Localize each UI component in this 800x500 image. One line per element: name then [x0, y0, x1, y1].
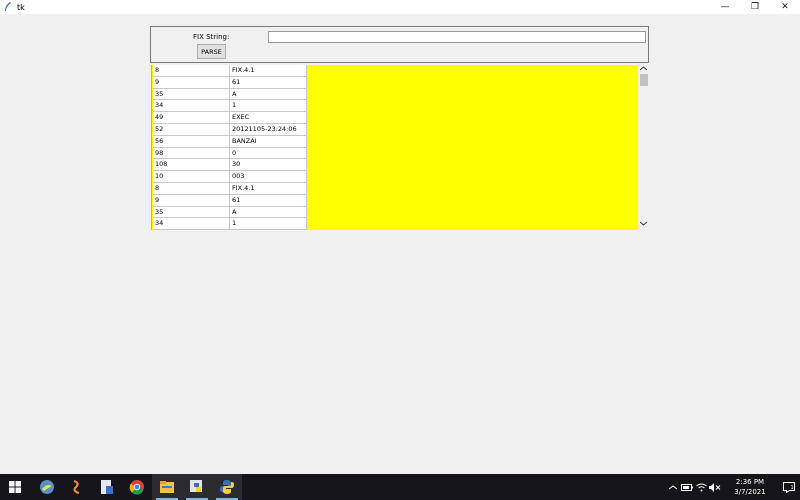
value-cell: FIX.4.1	[230, 65, 307, 77]
fix-string-input[interactable]	[268, 31, 646, 43]
table-row: 52 20121105-23:24:06	[153, 123, 310, 136]
table-row: 9 61	[153, 194, 310, 207]
input-frame: FIX String: PARSE	[150, 26, 649, 63]
tag-cell: 52	[153, 123, 230, 136]
python-idle-icon[interactable]	[182, 474, 212, 500]
file-explorer-icon[interactable]	[152, 474, 182, 500]
table-row: 34 1	[153, 218, 310, 231]
parse-button[interactable]: PARSE	[197, 44, 226, 59]
scroll-thumb[interactable]	[640, 74, 648, 86]
tag-cell: 35	[153, 206, 230, 219]
system-tray: 2:36 PM 3/7/2021 1	[666, 474, 800, 500]
value-cell: 20121105-23:24:06	[230, 123, 307, 136]
value-cell: 61	[230, 76, 307, 89]
table-row: 8 FIX.4.1	[153, 182, 310, 195]
chrome-icon[interactable]	[122, 474, 152, 500]
value-cell: 1	[230, 218, 307, 231]
table-row: 35 A	[153, 206, 310, 219]
scroll-up-icon[interactable]	[639, 65, 648, 73]
taskbar: 2:36 PM 3/7/2021 1	[0, 474, 800, 500]
app-bird-icon[interactable]	[32, 474, 62, 500]
tag-cell: 108	[153, 159, 230, 172]
notification-icon[interactable]: 1	[778, 481, 800, 493]
clock-time: 2:36 PM	[735, 478, 765, 486]
windows-start-icon[interactable]	[0, 474, 30, 500]
close-button[interactable]: ✕	[770, 0, 800, 14]
tag-cell: 98	[153, 147, 230, 160]
fix-string-label: FIX String:	[193, 33, 230, 41]
table-row: 34 1	[153, 100, 310, 113]
value-cell: 30	[230, 159, 307, 172]
eclipse-icon[interactable]	[62, 474, 92, 500]
scroll-down-icon[interactable]	[639, 220, 648, 228]
value-cell: EXEC	[230, 112, 307, 124]
tag-cell: 8	[153, 182, 230, 195]
value-cell: 003	[230, 171, 307, 183]
svg-text:1: 1	[791, 485, 794, 491]
value-cell: 1	[230, 100, 307, 113]
tag-cell: 9	[153, 76, 230, 89]
table-row: 10 003	[153, 171, 310, 183]
tag-cell: 35	[153, 88, 230, 101]
clock-date: 3/7/2021	[734, 488, 766, 496]
tag-cell: 49	[153, 112, 230, 124]
table-row: 56 BANZAI	[153, 135, 310, 148]
table-row: 8 FIX.4.1	[153, 65, 310, 77]
value-cell: A	[230, 206, 307, 219]
results-canvas: 8 FIX.4.1 9 61 35 A 34 1 49 EXEC 52 20121105-23:24:…	[151, 65, 638, 231]
tag-cell: 9	[153, 194, 230, 207]
system-clock[interactable]: 2:36 PM 3/7/2021	[722, 477, 778, 497]
table-row: 49 EXEC	[153, 112, 310, 124]
value-cell: 61	[230, 194, 307, 207]
results-grid: 8 FIX.4.1 9 61 35 A 34 1 49 EXEC 52 20121105-23:24:…	[153, 65, 310, 231]
wifi-icon[interactable]	[694, 483, 708, 492]
window-titlebar: tk — ❐ ✕	[0, 0, 800, 14]
tag-cell: 34	[153, 100, 230, 113]
table-row: 9 61	[153, 76, 310, 89]
minimize-button[interactable]: —	[710, 0, 740, 14]
vertical-scrollbar[interactable]	[638, 65, 649, 230]
tag-cell: 8	[153, 65, 230, 77]
table-row: 98 0	[153, 147, 310, 160]
tag-cell: 56	[153, 135, 230, 148]
chevron-up-icon[interactable]	[666, 484, 680, 490]
tag-cell: 34	[153, 218, 230, 231]
restore-button[interactable]: ❐	[740, 0, 770, 14]
tag-cell: 10	[153, 171, 230, 183]
python-icon[interactable]	[212, 474, 242, 500]
battery-icon[interactable]	[680, 483, 694, 491]
window-title: tk	[17, 2, 25, 12]
value-cell: BANZAI	[230, 135, 307, 148]
tk-feather-icon	[3, 2, 13, 12]
volume-muted-icon[interactable]	[708, 482, 722, 492]
table-row: 35 A	[153, 88, 310, 101]
value-cell: FIX.4.1	[230, 182, 307, 195]
value-cell: A	[230, 88, 307, 101]
value-cell: 0	[230, 147, 307, 160]
file-doc-icon[interactable]	[92, 474, 122, 500]
table-row: 108 30	[153, 159, 310, 172]
